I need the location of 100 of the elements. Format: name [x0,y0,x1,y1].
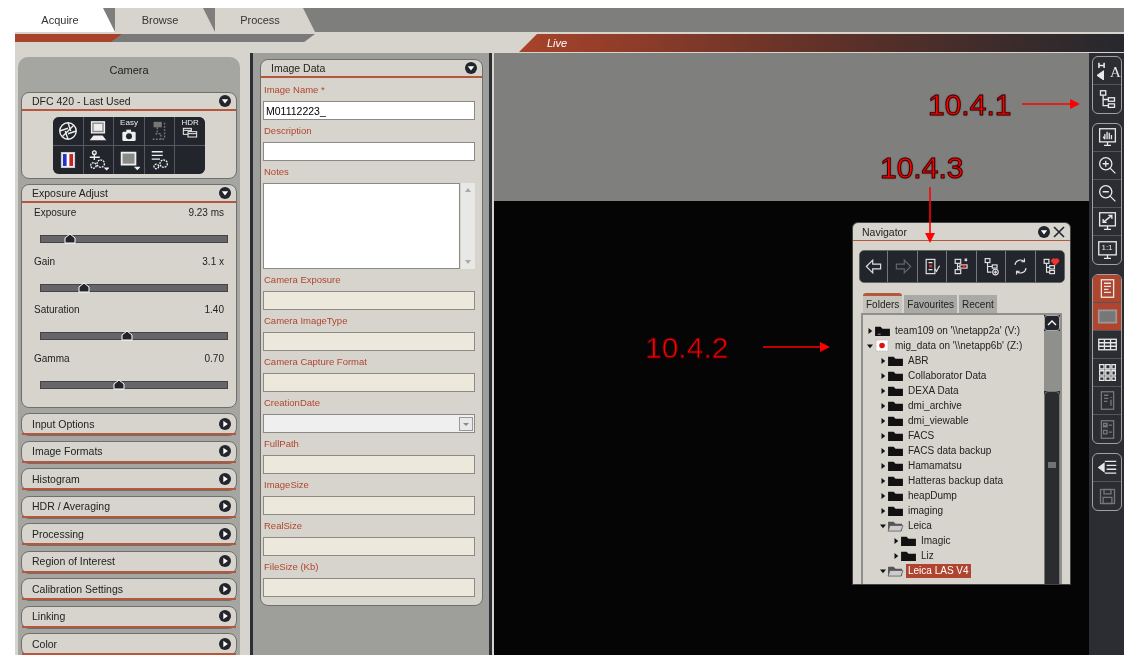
monitor-icon [1096,239,1118,261]
scroll-up-icon[interactable] [1047,320,1057,326]
text-size-button[interactable]: A [1093,57,1121,85]
camera-button[interactable]: Easy [114,117,144,145]
dropdown-field[interactable] [263,414,475,433]
tree-item[interactable]: imaging [906,503,946,518]
gears-figure-icon [87,149,110,171]
tree-item[interactable]: team109 on '\\netapp2a' (V:) [893,323,1023,338]
gears-figure-button[interactable] [83,146,114,174]
slider-thumb[interactable] [120,330,133,341]
section-header[interactable]: Linking [21,605,237,629]
expand-icon[interactable] [219,610,231,622]
collapsed-arrow-icon[interactable] [880,371,886,380]
collapse-icon[interactable] [219,95,231,107]
tree-item[interactable]: ABR [906,353,931,368]
camera-icon [121,127,137,143]
expand-icon[interactable] [219,417,231,430]
collapse-icon[interactable] [465,62,477,74]
tab[interactable]: Favourites [904,295,958,313]
back-button[interactable] [860,251,889,282]
section-header[interactable]: Color [21,633,237,655]
color-bars-button[interactable] [53,146,83,174]
tree-item[interactable]: Liz [919,548,936,563]
slider-thumb[interactable] [113,378,126,390]
collapsed-arrow-icon[interactable] [880,461,886,470]
expand-icon[interactable] [219,527,231,540]
expand-icon[interactable] [219,637,231,650]
monitor-button[interactable]: 1:1 [1093,236,1121,264]
collapsed-arrow-icon[interactable] [880,386,886,395]
slider-thumb[interactable] [63,233,76,244]
slider-track[interactable] [40,235,228,243]
slider-value: 3.1 x [202,255,224,267]
tree-item[interactable]: Imagic [919,533,953,548]
slider-track[interactable] [40,283,228,292]
tab[interactable]: Recent [959,295,997,313]
section-header[interactable]: Input Options [21,413,237,436]
section-header[interactable]: Region of Interest [21,550,237,574]
collapsed-arrow-icon[interactable] [867,326,873,335]
expand-icon[interactable] [219,500,231,512]
collapse-icon[interactable] [219,187,231,199]
slider-value: 0.70 [204,352,224,364]
slider-track[interactable] [40,380,228,389]
tree-check-icon [923,257,943,276]
section-header[interactable]: Histogram [21,468,237,491]
tree-item[interactable]: FACS data backup [906,443,994,458]
section-header[interactable]: Image Formats [21,440,237,464]
collapsed-arrow-icon[interactable] [880,491,886,500]
text-field[interactable] [263,142,475,161]
frame-button[interactable] [114,146,144,174]
field-label: FileSize (Kb) [263,560,320,574]
collapsed-arrow-icon[interactable] [880,476,886,485]
tab[interactable]: Folders [863,293,903,313]
section-header[interactable]: Calibration Settings [21,578,237,601]
list-gears-button[interactable] [144,146,175,174]
text-field[interactable]: M01112223_ [263,101,475,120]
collapsed-arrow-icon[interactable] [880,446,886,455]
document-button[interactable] [1093,275,1121,303]
tree-item[interactable]: Hatteras backup data [906,473,1006,488]
tree-item[interactable]: dmi_archive [906,398,964,413]
slider-track[interactable] [40,332,228,340]
field-label: Notes [263,165,290,179]
collapse-icon[interactable] [1038,225,1050,238]
slider-thumb[interactable] [77,281,90,293]
field-label: Description [263,124,313,138]
collapsed-arrow-icon[interactable] [880,356,886,365]
scroll-thumb[interactable] [1044,391,1060,584]
open-folder-icon [887,564,904,577]
slider-label: Gamma [34,352,70,364]
tree-item[interactable]: heapDump [906,488,959,503]
section-header[interactable]: HDR / Averaging [21,495,237,519]
collapsed-arrow-icon[interactable] [880,506,886,515]
collapsed-arrow-icon[interactable] [893,551,899,560]
text-area[interactable] [263,183,460,269]
close-icon[interactable] [1053,225,1065,238]
tree-item[interactable]: dmi_viewable [906,413,971,428]
expand-icon[interactable] [219,555,231,567]
tree-item[interactable]: Leica [906,518,934,533]
grip-icon[interactable] [1047,462,1057,468]
field-label: Camera Exposure [263,273,342,287]
collapsed-arrow-icon[interactable] [880,401,886,410]
scrollbar[interactable] [1044,315,1060,584]
tree-item[interactable]: FACS [906,428,937,443]
tab[interactable]: Acquire [15,8,115,32]
collapsed-arrow-icon[interactable] [880,431,886,440]
tree-item[interactable]: mig_data on '\\netapp6b' (Z:) [893,338,1025,353]
expand-icon[interactable] [219,445,231,457]
collapsed-arrow-icon[interactable] [880,416,886,425]
tab[interactable]: Process [215,8,315,32]
field-label: Camera Capture Format [263,355,368,369]
aperture-button[interactable] [53,117,83,145]
section-header[interactable]: Processing [21,523,237,546]
windows-button[interactable]: HDR [175,117,205,145]
tree-item[interactable]: Leica LAS V4 [906,563,971,578]
expand-icon[interactable] [219,582,231,595]
expand-icon[interactable] [219,472,231,485]
tree-item[interactable]: Collaborator Data [906,368,989,383]
collapsed-arrow-icon[interactable] [893,536,899,545]
tree-item[interactable]: Hamamatsu [906,458,964,473]
tree-item[interactable]: DEXA Data [906,383,961,398]
tab[interactable]: Browse [115,8,215,32]
